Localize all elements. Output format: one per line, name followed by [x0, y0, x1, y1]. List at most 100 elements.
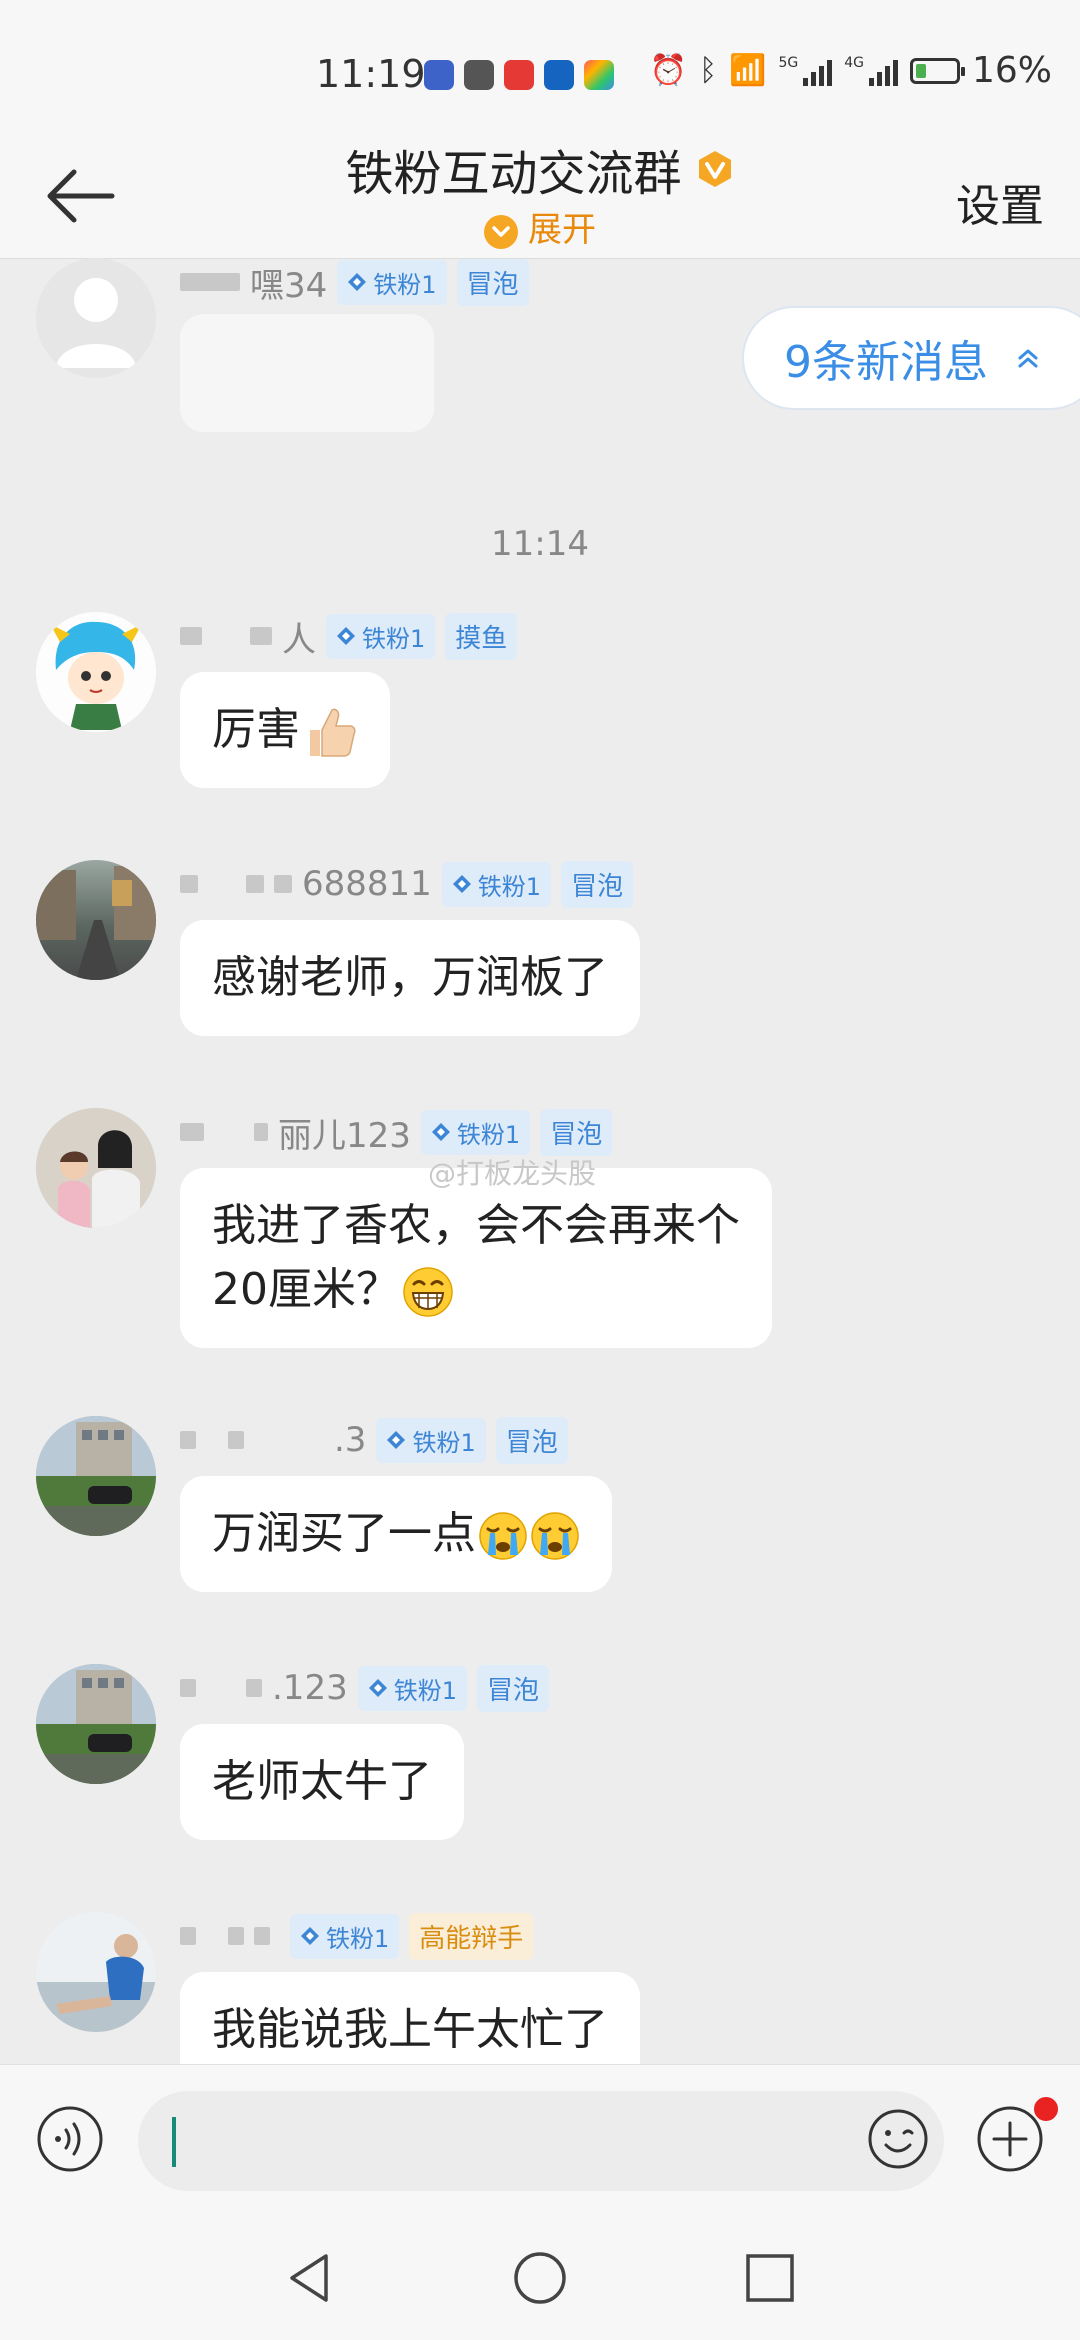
avatar[interactable]	[36, 612, 156, 732]
nav-recents-button[interactable]	[740, 2248, 800, 2308]
building-photo-image	[36, 1664, 156, 1784]
status-time: 11:19	[316, 52, 426, 96]
chevron-down-icon	[484, 214, 518, 249]
blurred-name	[254, 1927, 270, 1945]
sender-meta: 丽儿123 铁粉1 冒泡	[180, 1108, 613, 1156]
sender-meta: .123 铁粉1 冒泡	[180, 1664, 549, 1712]
circle-home-icon	[514, 2252, 566, 2304]
sender-meta: 人 铁粉1 摸鱼	[180, 612, 518, 660]
thumbs-up-emoji-icon	[310, 708, 356, 757]
emoji-button[interactable]	[866, 2107, 930, 2171]
status-bar: 11:19 ⏰ ᛒ 📶 5G 4G 16%	[0, 0, 1080, 130]
blurred-name	[228, 1927, 244, 1945]
time-divider: 11:14	[491, 524, 589, 564]
message-item: 铁粉1 高能辩手 我能说我上午太忙了	[0, 1912, 1080, 2064]
family-photo-image	[36, 1108, 156, 1228]
message-text: 我能说我上午太忙了	[212, 2004, 608, 2055]
expand-toggle[interactable]: 展开	[0, 202, 1080, 251]
message-bubble[interactable]: 我进了香农，会不会再来个 20厘米？	[180, 1168, 772, 1348]
avatar[interactable]	[36, 860, 156, 980]
message-bubble[interactable]: 万润买了一点	[180, 1476, 612, 1592]
diamond-icon	[452, 875, 471, 893]
sender-name: .3	[334, 1420, 367, 1460]
message-bubble[interactable]: 老师太牛了	[180, 1724, 464, 1840]
square-recents-icon	[746, 2254, 794, 2302]
sender-name: .123	[272, 1668, 348, 1708]
message-bubble[interactable]: 我能说我上午太忙了	[180, 1972, 640, 2064]
xiaohongshu-icon	[464, 60, 494, 90]
sender-meta: 铁粉1 高能辩手	[180, 1912, 534, 1960]
diamond-icon	[431, 1123, 450, 1141]
signal-5g-icon: 5G	[778, 56, 833, 86]
message-input[interactable]	[138, 2091, 944, 2191]
paint-icon	[584, 60, 614, 90]
role-tag: 冒泡	[456, 258, 529, 306]
blurred-name	[246, 875, 264, 893]
blurred-name	[180, 1123, 204, 1141]
fan-level-tag: 铁粉1	[376, 1417, 486, 1463]
verified-badge-icon	[698, 151, 731, 187]
fan-level-tag: 铁粉1	[337, 259, 447, 305]
message-bubble[interactable]: 感谢老师，万润板了	[180, 920, 640, 1036]
blurred-name	[180, 1679, 196, 1697]
street-photo-image	[36, 866, 156, 980]
diamond-icon	[387, 1431, 406, 1449]
grin-emoji-icon	[403, 1267, 453, 1317]
new-messages-button[interactable]: 9条新消息	[742, 306, 1080, 410]
alarm-icon: ⏰	[649, 53, 688, 88]
message-bubble[interactable]	[180, 314, 434, 432]
building-photo-image	[36, 1416, 156, 1536]
expand-label: 展开	[528, 210, 596, 250]
voice-button[interactable]	[36, 2105, 104, 2173]
message-bubble[interactable]: 厉害	[180, 672, 390, 788]
default-user-icon	[56, 278, 136, 368]
avatar[interactable]	[36, 1912, 156, 2032]
settings-button[interactable]: 设置	[956, 170, 1044, 234]
blurred-name	[180, 273, 240, 291]
fan-level-tag: 铁粉1	[357, 1665, 467, 1711]
role-tag: 冒泡	[495, 1416, 568, 1464]
nav-back-button[interactable]	[280, 2248, 340, 2308]
role-tag: 冒泡	[476, 1664, 549, 1712]
avatar[interactable]	[36, 1108, 156, 1228]
message-text-line: 我进了香农，会不会再来个	[212, 1200, 740, 1251]
fan-level-tag: 铁粉1	[290, 1913, 400, 1959]
notification-dot	[1032, 2095, 1060, 2123]
nav-home-button[interactable]	[510, 2248, 570, 2308]
avatar[interactable]	[36, 1664, 156, 1784]
blurred-name	[246, 1679, 262, 1697]
diamond-icon	[368, 1679, 387, 1697]
crying-emoji-icon	[531, 1512, 579, 1560]
fan-level-tag: 铁粉1	[420, 1109, 531, 1155]
system-nav-bar	[0, 2212, 1080, 2340]
avatar[interactable]	[36, 258, 156, 378]
blurred-name	[180, 1927, 196, 1945]
message-text: 感谢老师，万润板了	[212, 952, 608, 1003]
sender-meta: 688811 铁粉1 冒泡	[180, 860, 634, 908]
message-text: 老师太牛了	[212, 1756, 432, 1807]
watermark: @打板龙头股	[428, 1157, 597, 1190]
chat-header: 铁粉互动交流群 展开 设置	[0, 130, 1080, 259]
blurred-name	[274, 875, 292, 893]
role-tag: 摸鱼	[445, 612, 518, 660]
sender-name: 丽儿123	[278, 1115, 411, 1156]
sender-meta: .3 铁粉1 冒泡	[180, 1416, 568, 1464]
avatar[interactable]	[36, 1416, 156, 1536]
double-chevron-up-icon	[1018, 349, 1038, 368]
battery-percent: 16%	[971, 50, 1052, 91]
wifi-icon: 📶	[729, 53, 767, 88]
new-messages-label: 9条新消息	[784, 337, 988, 388]
lightbulb-icon	[544, 60, 574, 90]
crying-emoji-icon	[479, 1512, 527, 1560]
blurred-name	[180, 875, 198, 893]
cartoon-avatar-image	[36, 612, 156, 732]
sender-name: 嘿34	[250, 265, 328, 306]
battery-icon	[909, 57, 965, 84]
status-app-icons	[424, 60, 614, 90]
blurred-name	[180, 627, 202, 645]
sender-name: 688811	[302, 864, 432, 904]
bluetooth-icon: ᛒ	[699, 53, 718, 88]
blurred-name	[254, 1123, 268, 1141]
person-photo-image	[36, 1912, 156, 2032]
diamond-icon	[301, 1927, 319, 1945]
